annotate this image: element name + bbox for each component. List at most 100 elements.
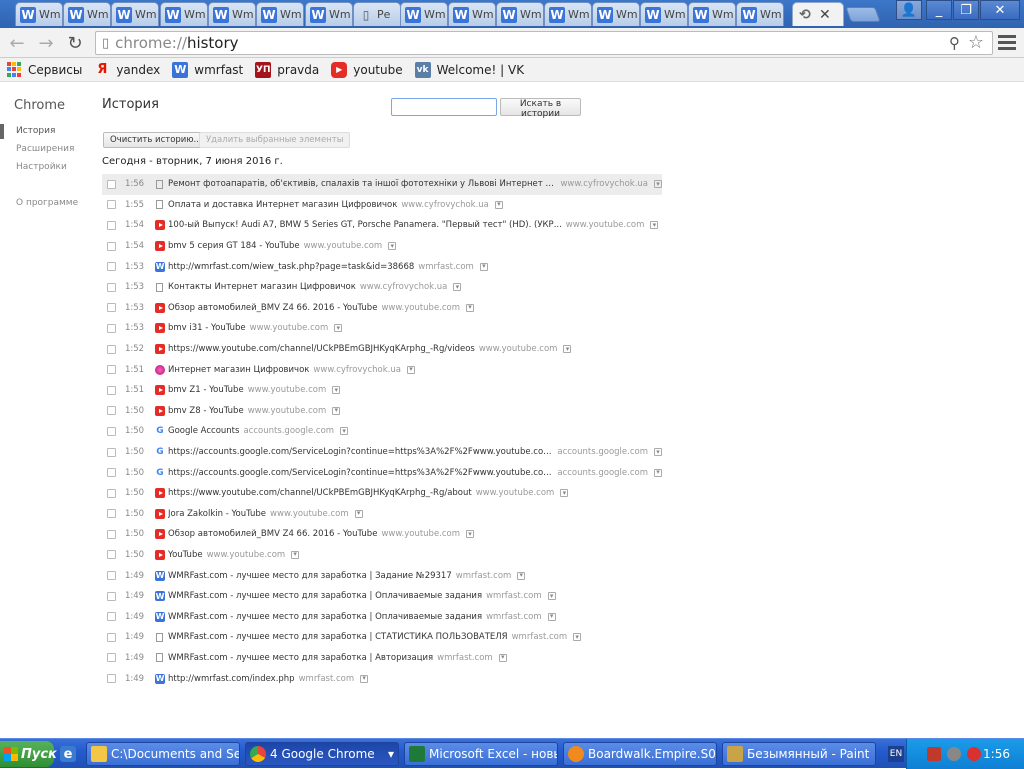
tab-11[interactable]: W Wm [544,2,592,26]
tab-7[interactable]: ▯ Ре [353,2,401,26]
history-entry[interactable]: 1:53 Whttp://wmrfast.com/wiew_task.php?pa… [102,256,662,277]
history-entry[interactable]: 1:50 bmv Z8 - YouTube www.youtube.com ▾ [102,401,662,422]
entry-menu-dropdown-icon[interactable]: ▾ [498,653,507,662]
entry-title-link[interactable]: bmv Z1 - YouTube [168,385,244,395]
entry-menu-dropdown-icon[interactable]: ▾ [560,489,569,498]
entry-checkbox[interactable] [107,550,116,560]
sidebar-item-extensions[interactable]: Расширения [16,144,74,154]
entry-menu-dropdown-icon[interactable]: ▾ [517,571,526,580]
entry-menu-dropdown-icon[interactable]: ▾ [388,242,397,251]
entry-checkbox[interactable] [107,468,116,478]
tab-15[interactable]: W Wm [736,2,784,26]
entry-checkbox[interactable] [107,426,116,436]
tab-active-history[interactable]: ⟲ ✕ [792,2,844,26]
sidebar-item-about[interactable]: О программе [16,198,78,208]
entry-title-link[interactable]: WMRFast.com - лучшее место для заработка… [168,591,482,601]
taskbar-item-3[interactable]: Boardwalk.Empire.S05E... [563,742,717,766]
entry-menu-dropdown-icon[interactable]: ▾ [654,468,662,477]
entry-menu-dropdown-icon[interactable]: ▾ [573,633,582,642]
entry-checkbox[interactable] [107,323,116,333]
entry-checkbox[interactable] [107,344,116,354]
entry-menu-dropdown-icon[interactable]: ▾ [494,200,503,209]
start-button[interactable]: Пуск [0,741,57,767]
entry-title-link[interactable]: Jora Zakolkin - YouTube [168,509,266,519]
bookmark-0[interactable]: Сервисы [6,61,82,78]
history-entry[interactable]: 1:50 Jora Zakolkin - YouTube www.youtube.c… [102,504,662,525]
bookmark-1[interactable]: Яyandex [94,62,160,78]
entry-title-link[interactable]: Обзор автомобилей_BMV Z4 66. 2016 - YouT… [168,303,377,313]
entry-menu-dropdown-icon[interactable]: ▾ [334,324,343,333]
history-entry[interactable]: 1:52 https://www.youtube.com/channel/UCkP… [102,339,662,360]
entry-menu-dropdown-icon[interactable]: ▾ [332,386,341,395]
tab-4[interactable]: W Wm [208,2,256,26]
history-entry[interactable]: 1:50 https://www.youtube.com/channel/UCkP… [102,483,662,504]
entry-menu-dropdown-icon[interactable]: ▾ [332,406,341,415]
bookmark-star-icon[interactable]: ☆ [968,32,984,53]
entry-checkbox[interactable] [107,200,116,210]
history-entry[interactable]: 1:53 Контакты Интернет магазин Цифровичок… [102,277,662,298]
entry-menu-dropdown-icon[interactable]: ▾ [547,592,556,601]
new-tab-button[interactable] [845,7,881,22]
entry-title-link[interactable]: Google Accounts [168,426,239,436]
history-entry[interactable]: 1:53 Обзор автомобилей_BMV Z4 66. 2016 - … [102,298,662,319]
entry-menu-dropdown-icon[interactable]: ▾ [654,180,662,189]
tab-1[interactable]: W Wm [63,2,111,26]
entry-title-link[interactable]: 100-ый Выпуск! Audi A7, BMW 5 Series GT,… [168,220,562,230]
zoom-icon[interactable]: ⚲ [949,34,960,52]
history-entry[interactable]: 1:51 bmv Z1 - YouTube www.youtube.com ▾ [102,380,662,401]
language-indicator[interactable]: EN [888,746,904,762]
entry-checkbox[interactable] [107,241,116,251]
entry-title-link[interactable]: http://wmrfast.com/index.php [168,674,295,684]
search-history-button[interactable]: Искать в истории [500,98,581,119]
entry-checkbox[interactable] [107,674,116,684]
tab-6[interactable]: W Wm [305,2,353,26]
sidebar-item-settings[interactable]: Настройки [16,162,67,172]
close-tab-icon[interactable]: ✕ [819,7,831,23]
entry-checkbox[interactable] [107,612,116,622]
entry-menu-dropdown-icon[interactable]: ▾ [340,427,349,436]
history-entry[interactable]: 1:49 Whttp://wmrfast.com/index.php wmrfast… [102,668,662,689]
address-bar[interactable]: ▯ chrome://history ⚲ ☆ [95,31,993,55]
bookmark-2[interactable]: Wwmrfast [172,61,243,78]
history-entry[interactable]: 1:49 WMRFast.com - лучшее место для зараб… [102,648,662,669]
tab-2[interactable]: W Wm [111,2,159,26]
profile-button[interactable]: 👤 [896,0,922,20]
entry-checkbox[interactable] [107,447,116,457]
history-entry[interactable]: 1:49 W WMRFast.com - лучшее место для зара… [102,586,662,607]
entry-menu-dropdown-icon[interactable]: ▾ [466,303,475,312]
entry-checkbox[interactable] [107,303,116,313]
tab-5[interactable]: W Wm [256,2,304,26]
entry-menu-dropdown-icon[interactable]: ▾ [291,550,300,559]
history-entry[interactable]: 1:51 Интернет магазин Цифровичок www.cyfro… [102,359,662,380]
entry-menu-dropdown-icon[interactable]: ▾ [354,509,363,518]
tab-10[interactable]: W Wm [496,2,544,26]
entry-menu-dropdown-icon[interactable]: ▾ [650,221,659,230]
history-search-input[interactable] [391,98,497,116]
taskbar-item-2[interactable]: Microsoft Excel - новый... [404,742,558,766]
entry-title-link[interactable]: https://www.youtube.com/channel/UCkPBEmG… [168,344,475,354]
entry-checkbox[interactable] [107,406,116,416]
entry-title-link[interactable]: WMRFast.com - лучшее место для заработка… [168,632,508,642]
entry-title-link[interactable]: WMRFast.com - лучшее место для заработка… [168,612,482,622]
entry-checkbox[interactable] [107,509,116,519]
taskbar-item-0[interactable]: C:\Documents and Setti... [86,742,240,766]
entry-title-link[interactable]: http://wmrfast.com/wiew_task.php?page=ta… [168,262,414,272]
entry-title-link[interactable]: YouTube [168,550,203,560]
tab-8[interactable]: W Wm [400,2,448,26]
restore-button[interactable]: ❐ [953,0,979,20]
forward-button[interactable]: → [35,32,57,54]
entry-title-link[interactable]: bmv i31 - YouTube [168,323,246,333]
tab-3[interactable]: W Wm [160,2,208,26]
history-entry[interactable]: 1:50 Обзор автомобилей_BMV Z4 66. 2016 - … [102,524,662,545]
internet-explorer-icon[interactable]: e [60,746,76,762]
entry-title-link[interactable]: https://accounts.google.com/ServiceLogin… [168,468,553,478]
entry-title-link[interactable]: Интернет магазин Цифровичок [168,365,309,375]
entry-checkbox[interactable] [107,653,116,663]
close-window-button[interactable]: ✕ [980,0,1020,20]
entry-title-link[interactable]: Ремонт фотоапаратів, об'єктивів, спалахі… [168,179,556,189]
entry-title-link[interactable]: bmv 5 серия GT 184 - YouTube [168,241,300,251]
entry-checkbox[interactable] [107,385,116,395]
taskbar-item-1[interactable]: 4 Google Chrome ▾ [245,742,399,766]
entry-checkbox[interactable] [107,179,116,189]
clear-history-button[interactable]: Очистить историю... [103,132,209,148]
